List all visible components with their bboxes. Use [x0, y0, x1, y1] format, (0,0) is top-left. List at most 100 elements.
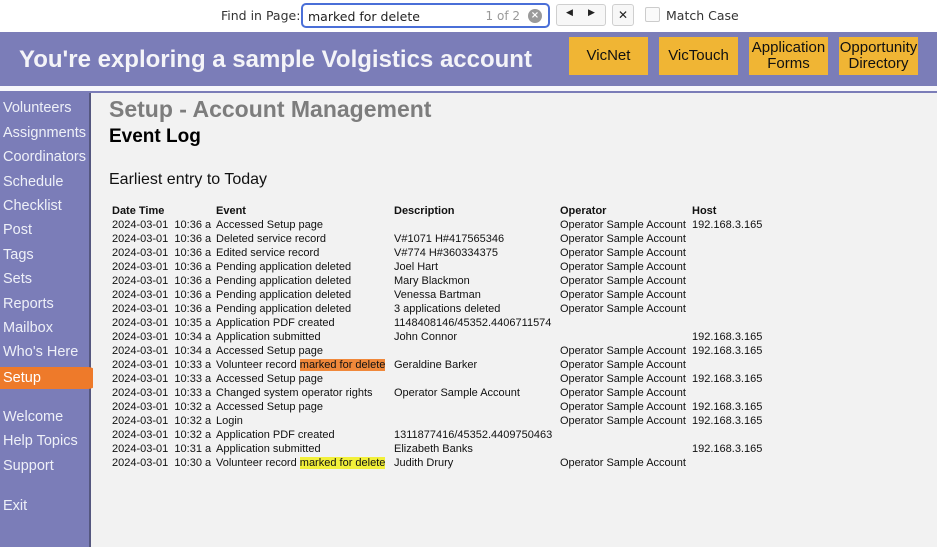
sidebar-item-exit[interactable]: Exit — [3, 498, 27, 514]
cell-description: Judith Drury — [394, 457, 454, 469]
sidebar-item-whos-here[interactable]: Who's Here — [3, 344, 78, 360]
cell-datetime: 2024-03-01 10:32 a — [110, 400, 214, 414]
cell-datetime: 2024-03-01 10:36 a — [110, 274, 214, 288]
event-text: Pending application deleted — [216, 303, 352, 315]
opportunity-directory-button[interactable]: Opportunity Directory — [839, 37, 918, 75]
cell-event: Pending application deleted — [214, 302, 392, 316]
sidebar-item-help-topics[interactable]: Help Topics — [3, 433, 78, 449]
cell-date: 2024-03-01 — [112, 247, 169, 259]
event-text: Edited service record — [216, 247, 320, 259]
vicnet-button[interactable]: VicNet — [569, 37, 648, 75]
date-range-text: Earliest entry to Today — [109, 171, 268, 188]
sidebar-item-coordinators[interactable]: Coordinators — [3, 149, 86, 165]
cell-datetime: 2024-03-01 10:36 a — [110, 246, 214, 260]
event-text: Deleted service record — [216, 233, 327, 245]
previous-match-icon[interactable]: ◀ — [566, 8, 573, 18]
sidebar-item-checklist[interactable]: Checklist — [3, 198, 62, 214]
sidebar-item-support[interactable]: Support — [3, 458, 54, 474]
column-header-operator: Operator — [560, 205, 607, 217]
sidebar-item-reports[interactable]: Reports — [3, 296, 54, 312]
sidebar-item-sets[interactable]: Sets — [3, 271, 32, 287]
cell-time: 10:34 a — [174, 331, 212, 343]
cell-datetime: 2024-03-01 10:33 a — [110, 386, 214, 400]
cell-event: Pending application deleted — [214, 288, 392, 302]
cell-time: 10:36 a — [174, 261, 212, 273]
cell-operator: Operator Sample Account — [560, 219, 686, 231]
cell-operator — [558, 442, 690, 456]
event-text: Changed system operator rights — [216, 387, 373, 399]
table-header-row: Date Time Event Description Operator Hos… — [110, 204, 780, 218]
match-case-checkbox[interactable] — [645, 7, 660, 22]
event-text: Volunteer record — [216, 359, 300, 371]
cell-host — [690, 386, 780, 400]
cell-description: 1148408146/45352.4406711574 — [394, 317, 552, 329]
cell-host: 192.168.3.165 — [692, 415, 763, 427]
cell-operator: Operator Sample Account — [560, 457, 686, 469]
cell-host: 192.168.3.165 — [692, 345, 763, 357]
application-forms-button[interactable]: Application Forms — [749, 37, 828, 75]
cell-host — [690, 232, 780, 246]
cell-time: 10:36 a — [174, 289, 212, 301]
cell-host: 192.168.3.165 — [692, 443, 763, 455]
sidebar-item-setup[interactable]: Setup — [0, 367, 99, 389]
column-header-description: Description — [394, 205, 455, 217]
cell-time: 10:35 a — [174, 317, 212, 329]
match-case-label[interactable]: Match Case — [666, 8, 739, 23]
cell-event: Application submitted — [214, 330, 392, 344]
sidebar-item-welcome[interactable]: Welcome — [3, 409, 63, 425]
cell-operator — [558, 428, 690, 442]
sidebar-item-mailbox[interactable]: Mailbox — [3, 320, 53, 336]
cell-time: 10:34 a — [174, 345, 212, 357]
cell-description: V#774 H#360334375 — [394, 247, 498, 259]
event-text: Volunteer record — [216, 457, 300, 469]
find-input[interactable]: marked for delete 1 of 2 × — [301, 3, 550, 28]
event-text: Pending application deleted — [216, 261, 352, 273]
cell-date: 2024-03-01 — [112, 373, 169, 385]
cell-date: 2024-03-01 — [112, 443, 169, 455]
cell-time: 10:33 a — [174, 373, 212, 385]
page-title: Setup - Account Management — [109, 96, 432, 122]
close-find-button[interactable]: ✕ — [612, 4, 634, 26]
cell-date: 2024-03-01 — [112, 261, 169, 273]
victouch-button[interactable]: VicTouch — [659, 37, 738, 75]
cell-time: 10:36 a — [174, 233, 212, 245]
cell-host: 192.168.3.165 — [692, 373, 763, 385]
sidebar-item-schedule[interactable]: Schedule — [3, 174, 63, 190]
cell-event: Volunteer record marked for delete — [214, 456, 392, 470]
find-match-current: marked for delete — [299, 359, 386, 371]
cell-time: 10:32 a — [174, 401, 212, 413]
cell-time: 10:36 a — [174, 219, 212, 231]
sidebar-item-assignments[interactable]: Assignments — [3, 125, 86, 141]
sidebar-item-tags[interactable]: Tags — [3, 247, 34, 263]
table-row: 2024-03-01 10:36 a Pending application de… — [110, 288, 780, 302]
table-row: 2024-03-01 10:33 a Volunteer record marke… — [110, 358, 780, 372]
event-text: Accessed Setup page — [216, 345, 324, 357]
cell-operator: Operator Sample Account — [560, 345, 686, 357]
cell-event: Application PDF created — [214, 316, 392, 330]
next-match-icon[interactable]: ▶ — [588, 8, 595, 18]
cell-operator: Operator Sample Account — [560, 387, 686, 399]
cell-date: 2024-03-01 — [112, 233, 169, 245]
cell-date: 2024-03-01 — [112, 219, 169, 231]
sidebar-nav: Volunteers Assignments Coordinators Sche… — [0, 93, 99, 547]
cell-operator: Operator Sample Account — [560, 247, 686, 259]
event-text: Pending application deleted — [216, 275, 352, 287]
find-match: marked for delete — [299, 457, 386, 469]
column-header-event: Event — [216, 205, 246, 217]
cell-operator: Operator Sample Account — [560, 261, 686, 273]
sidebar-item-post[interactable]: Post — [3, 222, 32, 238]
sidebar-item-volunteers[interactable]: Volunteers — [3, 100, 72, 116]
cell-description: John Connor — [394, 331, 457, 343]
cell-host — [690, 260, 780, 274]
clear-icon[interactable]: × — [528, 9, 542, 23]
event-text: Accessed Setup page — [216, 373, 324, 385]
table-row: 2024-03-01 10:31 a Application submitted E… — [110, 442, 780, 456]
cell-description — [392, 414, 558, 428]
cell-operator — [558, 316, 690, 330]
main-content: Setup - Account Management Event Log Ear… — [93, 93, 937, 547]
event-text: Application PDF created — [216, 429, 335, 441]
cell-datetime: 2024-03-01 10:36 a — [110, 288, 214, 302]
table-row: 2024-03-01 10:34 a Application submitted J… — [110, 330, 780, 344]
cell-date: 2024-03-01 — [112, 275, 169, 287]
find-query[interactable]: marked for delete — [308, 9, 420, 24]
